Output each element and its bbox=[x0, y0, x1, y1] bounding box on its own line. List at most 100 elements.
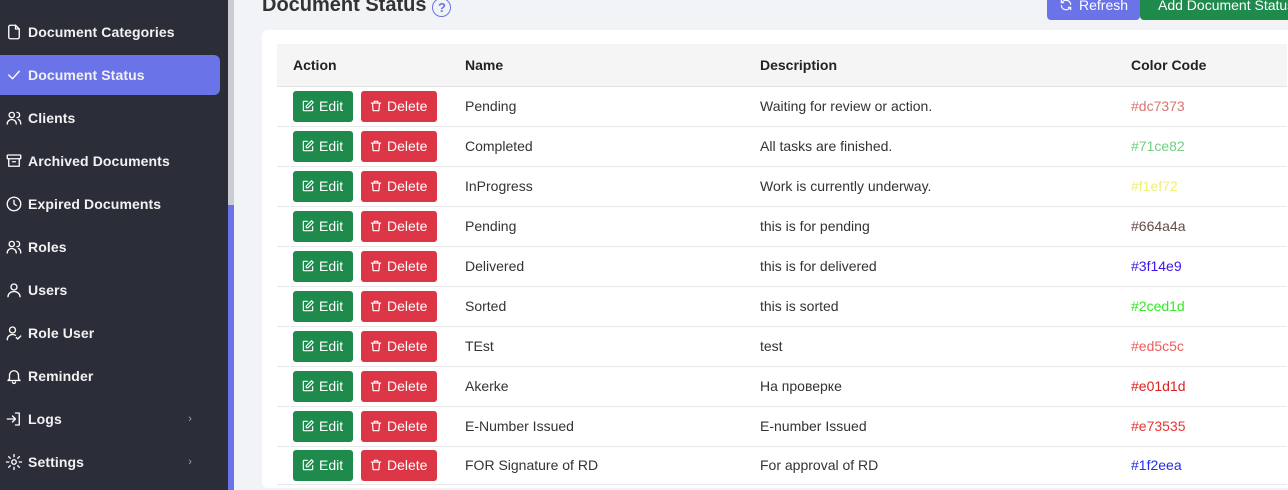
trash-icon bbox=[370, 300, 382, 312]
status-description: E-number Issued bbox=[760, 406, 1131, 447]
sidebar-item-archived-documents[interactable]: Archived Documents bbox=[0, 141, 220, 181]
trash-icon bbox=[370, 180, 382, 192]
edit-button[interactable]: Edit bbox=[293, 449, 353, 481]
status-name: TEst bbox=[465, 326, 760, 367]
status-name: Completed bbox=[465, 126, 760, 167]
status-color-code: #dc7373 bbox=[1131, 86, 1287, 127]
edit-button[interactable]: Edit bbox=[293, 170, 353, 202]
user-icon bbox=[4, 280, 24, 300]
delete-button[interactable]: Delete bbox=[361, 370, 437, 402]
archive-icon bbox=[4, 151, 24, 171]
login-icon bbox=[4, 409, 24, 429]
status-description: All tasks are finished. bbox=[760, 126, 1131, 167]
status-description: this is for pending bbox=[760, 206, 1131, 247]
trash-icon bbox=[370, 140, 382, 152]
trash-icon bbox=[370, 340, 382, 352]
delete-button[interactable]: Delete bbox=[361, 449, 437, 481]
table-row: Edit Delete InProgress Work is currently un… bbox=[277, 166, 1287, 207]
trash-icon bbox=[370, 459, 382, 471]
edit-button[interactable]: Edit bbox=[293, 290, 353, 322]
edit-button[interactable]: Edit bbox=[293, 410, 353, 442]
delete-button[interactable]: Delete bbox=[361, 410, 437, 442]
chevron-right-icon: › bbox=[188, 456, 192, 468]
status-name: Akerke bbox=[465, 366, 760, 407]
sidebar-item-document-status[interactable]: Document Status bbox=[0, 55, 220, 95]
delete-button[interactable]: Delete bbox=[361, 250, 437, 282]
edit-icon bbox=[302, 340, 314, 352]
trash-icon bbox=[370, 260, 382, 272]
status-color-code: #e73535 bbox=[1131, 406, 1287, 447]
delete-button[interactable]: Delete bbox=[361, 170, 437, 202]
help-icon[interactable]: ? bbox=[432, 0, 452, 17]
delete-button[interactable]: Delete bbox=[361, 130, 437, 162]
status-table-card: Action Name Description Color Code Edit D… bbox=[262, 30, 1288, 488]
trash-icon bbox=[370, 380, 382, 392]
trash-icon bbox=[370, 420, 382, 432]
status-description: Work is currently underway. bbox=[760, 166, 1131, 207]
edit-button[interactable]: Edit bbox=[293, 130, 353, 162]
table-row: Edit Delete FOR Signature of RD For approva… bbox=[277, 446, 1287, 485]
status-color-code: #664a4a bbox=[1131, 206, 1287, 247]
table-row: Edit Delete Pending this is for pending #664… bbox=[277, 206, 1287, 247]
edit-button[interactable]: Edit bbox=[293, 370, 353, 402]
status-color-code: #e01d1d bbox=[1131, 366, 1287, 407]
table-row: Edit Delete Sorted this is sorted #2ced1d bbox=[277, 286, 1287, 327]
edit-icon bbox=[302, 260, 314, 272]
users-icon bbox=[4, 237, 24, 257]
sidebar-item-settings[interactable]: Settings › bbox=[0, 442, 220, 482]
col-header-color-code: Color Code bbox=[1131, 44, 1287, 87]
table-row: Edit Delete Completed All tasks are finishe… bbox=[277, 126, 1287, 167]
status-description: For approval of RD bbox=[760, 446, 1131, 485]
add-document-status-button[interactable]: Add Document Status bbox=[1140, 0, 1288, 20]
sidebar-item-users[interactable]: Users bbox=[0, 270, 220, 310]
edit-button[interactable]: Edit bbox=[293, 210, 353, 242]
users-icon bbox=[4, 108, 24, 128]
table-row: Edit Delete Delivered this is for delivered… bbox=[277, 246, 1287, 287]
status-name: Sorted bbox=[465, 286, 760, 327]
sidebar-item-reminder[interactable]: Reminder bbox=[0, 356, 220, 396]
sidebar-item-logs[interactable]: Logs › bbox=[0, 399, 220, 439]
sidebar-item-label: Expired Documents bbox=[28, 196, 162, 212]
sidebar-item-document-categories[interactable]: Document Categories bbox=[0, 12, 220, 52]
status-name: Delivered bbox=[465, 246, 760, 287]
delete-button[interactable]: Delete bbox=[361, 290, 437, 322]
delete-button[interactable]: Delete bbox=[361, 330, 437, 362]
col-header-action: Action bbox=[277, 44, 465, 87]
delete-button[interactable]: Delete bbox=[361, 90, 437, 122]
table-row: Edit Delete Pending Waiting for review or a… bbox=[277, 86, 1287, 127]
sidebar-item-label: Roles bbox=[28, 239, 67, 255]
delete-button[interactable]: Delete bbox=[361, 210, 437, 242]
col-header-description: Description bbox=[760, 44, 1131, 87]
status-name: FOR Signature of RD bbox=[465, 446, 760, 485]
edit-icon bbox=[302, 300, 314, 312]
table-row: Edit Delete TEst test #ed5c5c bbox=[277, 326, 1287, 367]
status-name: E-Number Issued bbox=[465, 406, 760, 447]
sidebar-item-label: Document Status bbox=[28, 67, 145, 83]
user-check-icon bbox=[4, 323, 24, 343]
trash-icon bbox=[370, 100, 382, 112]
status-color-code: #f1ef72 bbox=[1131, 166, 1287, 207]
sidebar-item-label: Users bbox=[28, 282, 68, 298]
trash-icon bbox=[370, 220, 382, 232]
edit-icon bbox=[302, 380, 314, 392]
sidebar-item-expired-documents[interactable]: Expired Documents bbox=[0, 184, 220, 224]
edit-icon bbox=[302, 140, 314, 152]
status-name: Pending bbox=[465, 86, 760, 127]
page-title: Document Status ? bbox=[262, 0, 452, 17]
refresh-button[interactable]: Refresh bbox=[1047, 0, 1141, 20]
sidebar-item-label: Logs bbox=[28, 411, 62, 427]
sidebar-item-clients[interactable]: Clients bbox=[0, 98, 220, 138]
chevron-right-icon: › bbox=[188, 413, 192, 425]
edit-button[interactable]: Edit bbox=[293, 330, 353, 362]
sidebar-item-role-user[interactable]: Role User bbox=[0, 313, 220, 353]
sidebar-item-roles[interactable]: Roles bbox=[0, 227, 220, 267]
status-color-code: #71ce82 bbox=[1131, 126, 1287, 167]
table-row: Edit Delete E-Number Issued E-number Issued… bbox=[277, 406, 1287, 447]
main-content: Document Status ? Refresh Add Document S… bbox=[234, 0, 1288, 490]
edit-button[interactable]: Edit bbox=[293, 250, 353, 282]
refresh-icon bbox=[1060, 0, 1072, 11]
status-name: InProgress bbox=[465, 166, 760, 207]
edit-button[interactable]: Edit bbox=[293, 90, 353, 122]
status-table: Action Name Description Color Code Edit D… bbox=[277, 44, 1287, 485]
sidebar: Document Categories Document Status Client… bbox=[0, 0, 230, 490]
